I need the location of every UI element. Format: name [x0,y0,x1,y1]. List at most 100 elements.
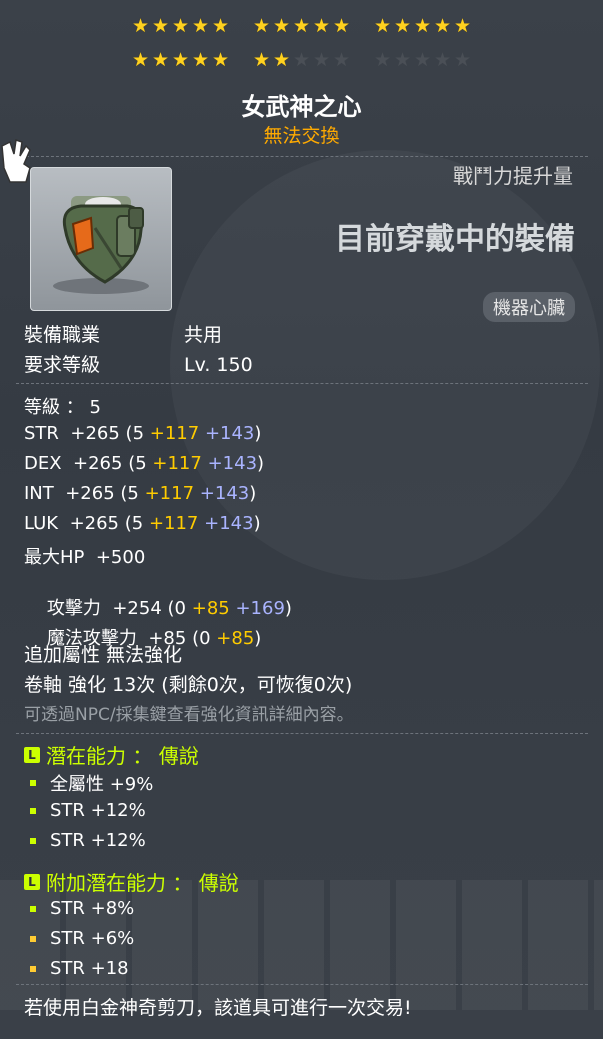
stat-enhance: +143 [204,423,255,444]
bullet-icon [30,965,36,972]
star-empty-icon: ★ [413,49,432,71]
star-empty-icon: ★ [453,49,472,71]
magic-bonus: +85 [216,628,255,649]
star-filled-icon: ★ [433,15,452,37]
stat-name: DEX [24,453,74,474]
power-value: 目前穿戴中的裝備 [335,222,575,257]
job-requirement: 裝備職業 共用 [24,320,222,347]
power-label: 戰鬥力提升量 [453,164,573,188]
potential-line: STR +12% [30,800,146,821]
potential-line: STR +8% [30,898,134,919]
star-filled-icon: ★ [292,15,311,37]
stat-name: LUK [24,513,70,534]
magic-base: (0 [192,628,217,649]
star-filled-icon: ★ [211,49,230,71]
star-filled-icon: ★ [151,15,170,37]
bullet-icon [30,935,36,942]
potential-title: L 潛在能力 ： 傳說 [24,740,199,769]
star-group: ★ ★ ★ ★ ★ [131,16,230,36]
max-hp-line: 最大HP +500 [24,547,146,568]
level-req-value: Lv. 150 [184,354,253,376]
star-empty-icon: ★ [332,49,351,71]
star-filled-icon: ★ [272,15,291,37]
stat-close: ) [253,513,261,534]
item-tooltip: ★ ★ ★ ★ ★ ★ ★ ★ ★ ★ ★ ★ ★ ★ ★ ★ ★ ★ ★ ★ ★ ★ ★ ★ ★ ★ ★ ★ ★ ★ 女武神之心 無法… [0,0,603,1039]
potential-line-text: 全屬性 +9% [50,774,154,795]
potential-line-text: STR +12% [50,800,146,821]
stat-close: ) [257,453,265,474]
cursor-hand-icon [1,139,31,183]
star-force-row-1: ★ ★ ★ ★ ★ ★ ★ ★ ★ ★ ★ ★ ★ ★ ★ [0,16,603,36]
bonus-potential-title: L 附加潛在能力 ： 傳說 [24,867,239,896]
stat-total: +265 [65,483,121,504]
potential-line: 全屬性 +9% [30,770,153,796]
potential-line-text: STR +18 [50,958,129,979]
star-force-row-2: ★ ★ ★ ★ ★ ★ ★ ★ ★ ★ ★ ★ ★ ★ ★ [0,50,603,70]
star-empty-icon: ★ [373,49,392,71]
stat-enhance: +143 [207,453,258,474]
attack-close: ) [284,598,292,619]
stat-line-luk: LUK +265 (5 +117 +143) [24,513,261,534]
star-filled-icon: ★ [413,15,432,37]
divider [16,156,588,158]
stat-line-dex: DEX +265 (5 +117 +143) [24,453,264,474]
stat-total: +265 [69,513,125,534]
star-group: ★ ★ ★ ★ ★ [373,16,472,36]
stat-bonus: +117 [144,483,195,504]
level-requirement: 要求等級 Lv. 150 [24,350,253,377]
star-group: ★ ★ ★ ★ ★ [252,50,351,70]
star-filled-icon: ★ [312,15,331,37]
star-filled-icon: ★ [191,49,210,71]
stat-base: (5 [120,483,145,504]
extra-attribute-line: 追加屬性 無法強化 [24,644,183,666]
footer-note: 若使用白金神奇剪刀，該道具可進行一次交易! [24,997,412,1019]
legendary-grade-icon: L [24,746,40,763]
star-group: ★ ★ ★ ★ ★ [131,50,230,70]
star-empty-icon: ★ [312,49,331,71]
stat-line-str: STR +265 (5 +117 +143) [24,423,261,444]
stat-total: +265 [70,423,126,444]
potential-line: STR +6% [30,928,134,949]
job-value: 共用 [184,324,223,346]
scroll-line: 卷軸 強化 13次 (剩餘0次，可恢復0次) [24,674,353,696]
star-empty-icon: ★ [393,49,412,71]
divider [16,984,588,986]
item-level: 等級 ： 5 [24,397,101,418]
star-filled-icon: ★ [453,15,472,37]
stat-name: INT [24,483,66,504]
star-empty-icon: ★ [433,49,452,71]
divider [16,383,588,385]
stat-close: ) [249,483,257,504]
stat-total: +265 [73,453,129,474]
potential-line-text: STR +6% [50,928,135,949]
bonus-potential-title-text: 附加潛在能力 ： 傳說 [46,871,239,895]
bullet-icon [30,807,36,814]
stat-enhance: +143 [199,483,250,504]
star-filled-icon: ★ [373,15,392,37]
potential-line-text: STR +8% [50,898,135,919]
stat-bonus: +117 [148,513,199,534]
potential-title-text: 潛在能力 ： 傳說 [46,744,199,768]
job-label: 裝備職業 [24,324,101,346]
star-filled-icon: ★ [332,15,351,37]
star-empty-icon: ★ [292,49,311,71]
stat-base: (5 [128,453,153,474]
stat-bonus: +117 [149,423,200,444]
bullet-icon [30,837,36,844]
item-name: 女武神之心 [241,93,362,121]
stat-line-int: INT +265 (5 +117 +143) [24,483,256,504]
potential-line: STR +18 [30,958,129,979]
star-filled-icon: ★ [171,15,190,37]
stat-enhance: +143 [204,513,254,534]
potential-line-text: STR +12% [50,830,146,851]
magic-close: ) [254,628,262,649]
stat-name: STR [24,423,71,444]
level-req-label: 要求等級 [24,354,101,376]
mechanical-heart-icon [53,196,149,294]
stat-close: ) [254,423,262,444]
item-category-badge: 機器心臟 [483,292,575,322]
item-icon-frame [30,167,172,311]
star-group: ★ ★ ★ ★ ★ [252,16,351,36]
star-filled-icon: ★ [171,49,190,71]
star-filled-icon: ★ [131,15,150,37]
